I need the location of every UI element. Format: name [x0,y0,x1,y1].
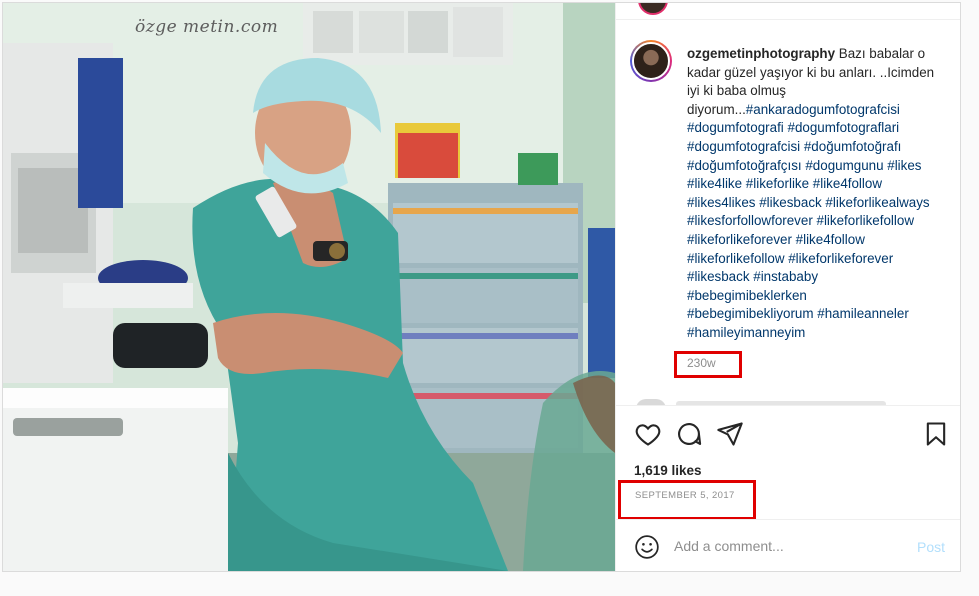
caption-line: #likesback #instababy [687,268,955,287]
comments-section[interactable]: ozgemetinphotography Bazı babalar o kadar… [616,20,960,405]
caption-line: #likes4likes #likesback #likeforlikealwa… [687,194,955,213]
comment-bar: Post [616,519,960,571]
avatar-image [632,42,670,80]
hashtag-link[interactable]: #like4like #likeforlike #like4follow [687,176,882,191]
highlight-box-date [618,480,756,520]
username-link[interactable]: ozgemetinphotography [687,46,835,61]
hashtag-link[interactable]: #hamileyimanneyim [687,325,805,340]
caption-text: kadar güzel yaşıyor ki bu anları. ..Icim… [687,64,935,80]
emoji-icon[interactable] [634,534,660,560]
caption-text: iyi ki baba olmuş [687,83,786,99]
post-dialog: özge metin.com ozgemetinphotography Bazı… [2,2,961,572]
hashtag-link[interactable]: #likeforlikefollow #likeforlikeforever [687,251,893,266]
hashtag-link[interactable]: #bebegimibekliyorum #hamileanneler [687,306,909,321]
comment-input[interactable] [674,534,894,558]
comment-bubble-icon[interactable] [675,420,703,448]
caption-line: #likeforlikefollow #likeforlikeforever [687,250,955,269]
post-button[interactable]: Post [917,539,945,555]
post-side-panel: ozgemetinphotography Bazı babalar o kadar… [615,3,960,571]
post-photo[interactable]: özge metin.com [3,3,615,571]
caption-line: #likeforlikeforever #like4follow [687,231,955,250]
caption-line: ozgemetinphotography Bazı babalar o [687,45,955,64]
hashtag-link[interactable]: #doğumfotoğrafçısı #dogumgunu #likes [687,158,922,173]
caption-line: #bebegimibekliyorum #hamileanneler [687,305,955,324]
paper-plane-icon[interactable] [716,420,744,448]
hashtag-link[interactable]: #ankaradogumfotografcisi [746,102,900,117]
hashtag-link[interactable]: #likes4likes #likesback #likeforlikealwa… [687,195,930,210]
likes-count[interactable]: 1,619 likes [634,463,702,478]
highlight-box-time [674,351,742,378]
hashtag-link[interactable]: #likesback #instababy [687,269,818,284]
hashtag-link[interactable]: #dogumfotografi #dogumfotograflari [687,120,899,135]
caption-line: #bebegimibeklerken [687,287,955,306]
caption-text: diyorum... [687,101,746,117]
caption-line: #hamileyimanneyim [687,324,955,343]
caption-line: iyi ki baba olmuş [687,82,955,101]
hashtag-link[interactable]: #likeforlikeforever #like4follow [687,232,865,247]
caption-text: Bazı babalar o [835,46,926,61]
hashtag-link[interactable]: #likesforfollowforever #likeforlikefollo… [687,213,914,228]
photo-illustration [3,3,615,571]
caption-line: kadar güzel yaşıyor ki bu anları. ..Icim… [687,64,955,83]
caption-line: #doğumfotoğrafçısı #dogumgunu #likes [687,157,955,176]
hashtag-link[interactable]: #bebegimibeklerken [687,288,807,303]
caption-line: #likesforfollowforever #likeforlikefollo… [687,212,955,231]
header-avatar[interactable] [638,3,668,15]
caption-line: #dogumfotografcisi #doğumfotoğrafı [687,138,955,157]
photo-watermark: özge metin.com [135,17,279,37]
bookmark-icon[interactable] [922,420,950,448]
header-strip [616,3,960,20]
avatar[interactable] [630,40,672,82]
heart-icon[interactable] [634,420,662,448]
caption-line: #dogumfotografi #dogumfotograflari [687,119,955,138]
action-bar: 1,619 likes SEPTEMBER 5, 2017 [616,405,960,520]
caption-line: diyorum...#ankaradogumfotografcisi [687,101,955,120]
caption-line: #like4like #likeforlike #like4follow [687,175,955,194]
hashtag-link[interactable]: #dogumfotografcisi #doğumfotoğrafı [687,139,901,154]
post-caption: ozgemetinphotography Bazı babalar o kadar… [687,45,955,343]
